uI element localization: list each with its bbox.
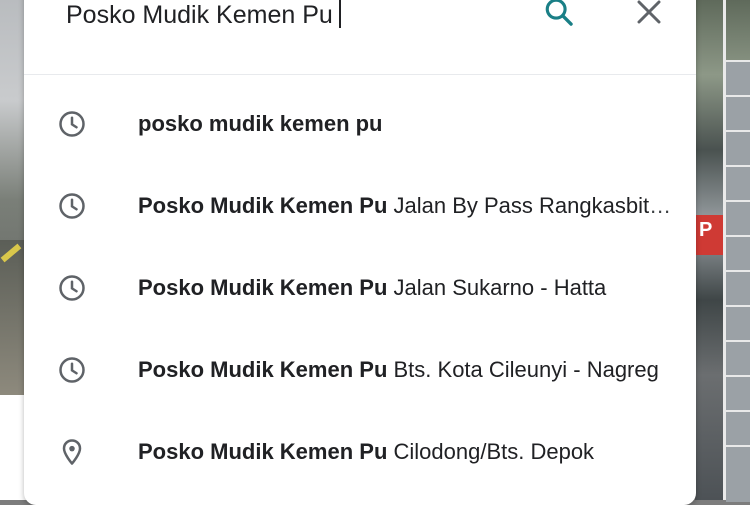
background-tile — [726, 200, 750, 236]
search-panel: Posko Mudik Kemen Pu posko mudik kemen p… — [24, 0, 696, 505]
suggestion-list: posko mudik kemen pu Posko Mudik Kemen P… — [24, 88, 696, 498]
divider — [24, 74, 696, 75]
suggestion-match: Posko Mudik Kemen Pu — [138, 275, 388, 300]
suggestion-item[interactable]: posko mudik kemen pu — [24, 88, 696, 170]
background-map-right: P — [695, 0, 750, 502]
history-clock-icon — [56, 108, 88, 140]
suggestion-item[interactable]: Posko Mudik Kemen Pu Jalan Sukarno - Hat… — [24, 252, 696, 334]
history-clock-icon — [56, 272, 88, 304]
background-tile — [726, 130, 750, 166]
background-tile — [726, 340, 750, 376]
map-pin-icon — [56, 436, 88, 468]
close-icon[interactable] — [629, 0, 669, 32]
suggestion-text: Posko Mudik Kemen Pu Cilodong/Bts. Depok — [138, 438, 674, 466]
suggestion-item[interactable]: Posko Mudik Kemen Pu Jalan By Pass Rangk… — [24, 170, 696, 252]
background-tile — [726, 375, 750, 411]
suggestion-detail: Jalan By Pass Rangkasbitung — [387, 193, 675, 218]
background-sign-letter: P — [699, 219, 713, 241]
suggestion-match: Posko Mudik Kemen Pu — [138, 357, 388, 382]
suggestion-item[interactable]: Posko Mudik Kemen Pu Cilodong/Bts. Depok — [24, 416, 696, 498]
background-tile — [726, 410, 750, 446]
text-caret — [338, 0, 341, 28]
background-tile — [726, 60, 750, 96]
background-tile — [726, 270, 750, 306]
background-sign: P — [695, 215, 725, 255]
background-tile — [726, 445, 750, 502]
background-tile — [726, 305, 750, 341]
history-clock-icon — [56, 354, 88, 386]
suggestion-match: posko mudik kemen pu — [138, 111, 383, 136]
suggestion-text: Posko Mudik Kemen Pu Bts. Kota Cileunyi … — [138, 356, 674, 384]
suggestion-match: Posko Mudik Kemen Pu — [138, 193, 388, 218]
close-icon-graphic — [637, 0, 661, 24]
suggestion-detail: Jalan Sukarno - Hatta — [387, 275, 607, 300]
search-icon[interactable] — [539, 0, 579, 32]
background-tile — [726, 95, 750, 131]
suggestion-text: posko mudik kemen pu — [138, 110, 674, 138]
search-bar: Posko Mudik Kemen Pu — [24, 0, 696, 56]
suggestion-text: Posko Mudik Kemen Pu Jalan By Pass Rangk… — [138, 192, 674, 220]
suggestion-item[interactable]: Posko Mudik Kemen Pu Bts. Kota Cileunyi … — [24, 334, 696, 416]
search-query-text: Posko Mudik Kemen Pu — [66, 1, 333, 29]
background-tile — [726, 235, 750, 271]
suggestion-match: Posko Mudik Kemen Pu — [138, 439, 388, 464]
suggestion-detail: Cilodong/Bts. Depok — [387, 439, 595, 464]
search-icon-graphic — [545, 0, 573, 26]
suggestion-text: Posko Mudik Kemen Pu Jalan Sukarno - Hat… — [138, 274, 674, 302]
background-tile — [726, 165, 750, 201]
suggestion-detail: Bts. Kota Cileunyi - Nagreg — [387, 357, 659, 382]
history-clock-icon — [56, 190, 88, 222]
search-input[interactable]: Posko Mudik Kemen Pu — [66, 0, 486, 29]
